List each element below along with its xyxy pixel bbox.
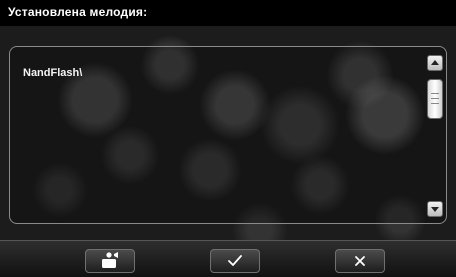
file-list-panel: NandFlash\: [9, 46, 447, 224]
arrow-up-icon: [431, 60, 439, 65]
thumb-grip-line: [431, 103, 439, 104]
scroll-down-button[interactable]: [427, 201, 443, 217]
bottom-toolbar: [0, 240, 456, 277]
ok-button[interactable]: [210, 249, 260, 273]
thumb-grip-line: [431, 93, 439, 94]
scroll-up-button[interactable]: [427, 55, 443, 71]
cancel-button[interactable]: [335, 249, 385, 273]
checkmark-icon: [228, 255, 242, 266]
title-bar: Установлена мелодия:: [0, 0, 456, 26]
arrow-down-icon: [431, 207, 439, 212]
screen-background: Установлена мелодия: NandFlash\: [0, 0, 456, 277]
scrollbar[interactable]: [427, 55, 443, 217]
close-icon: [355, 256, 365, 266]
scroll-thumb[interactable]: [427, 79, 443, 119]
thumb-grip-line: [431, 98, 439, 99]
media-player-icon: [102, 252, 118, 268]
list-item[interactable]: NandFlash\: [23, 67, 82, 79]
media-button[interactable]: [85, 249, 135, 273]
page-title: Установлена мелодия:: [8, 5, 148, 19]
